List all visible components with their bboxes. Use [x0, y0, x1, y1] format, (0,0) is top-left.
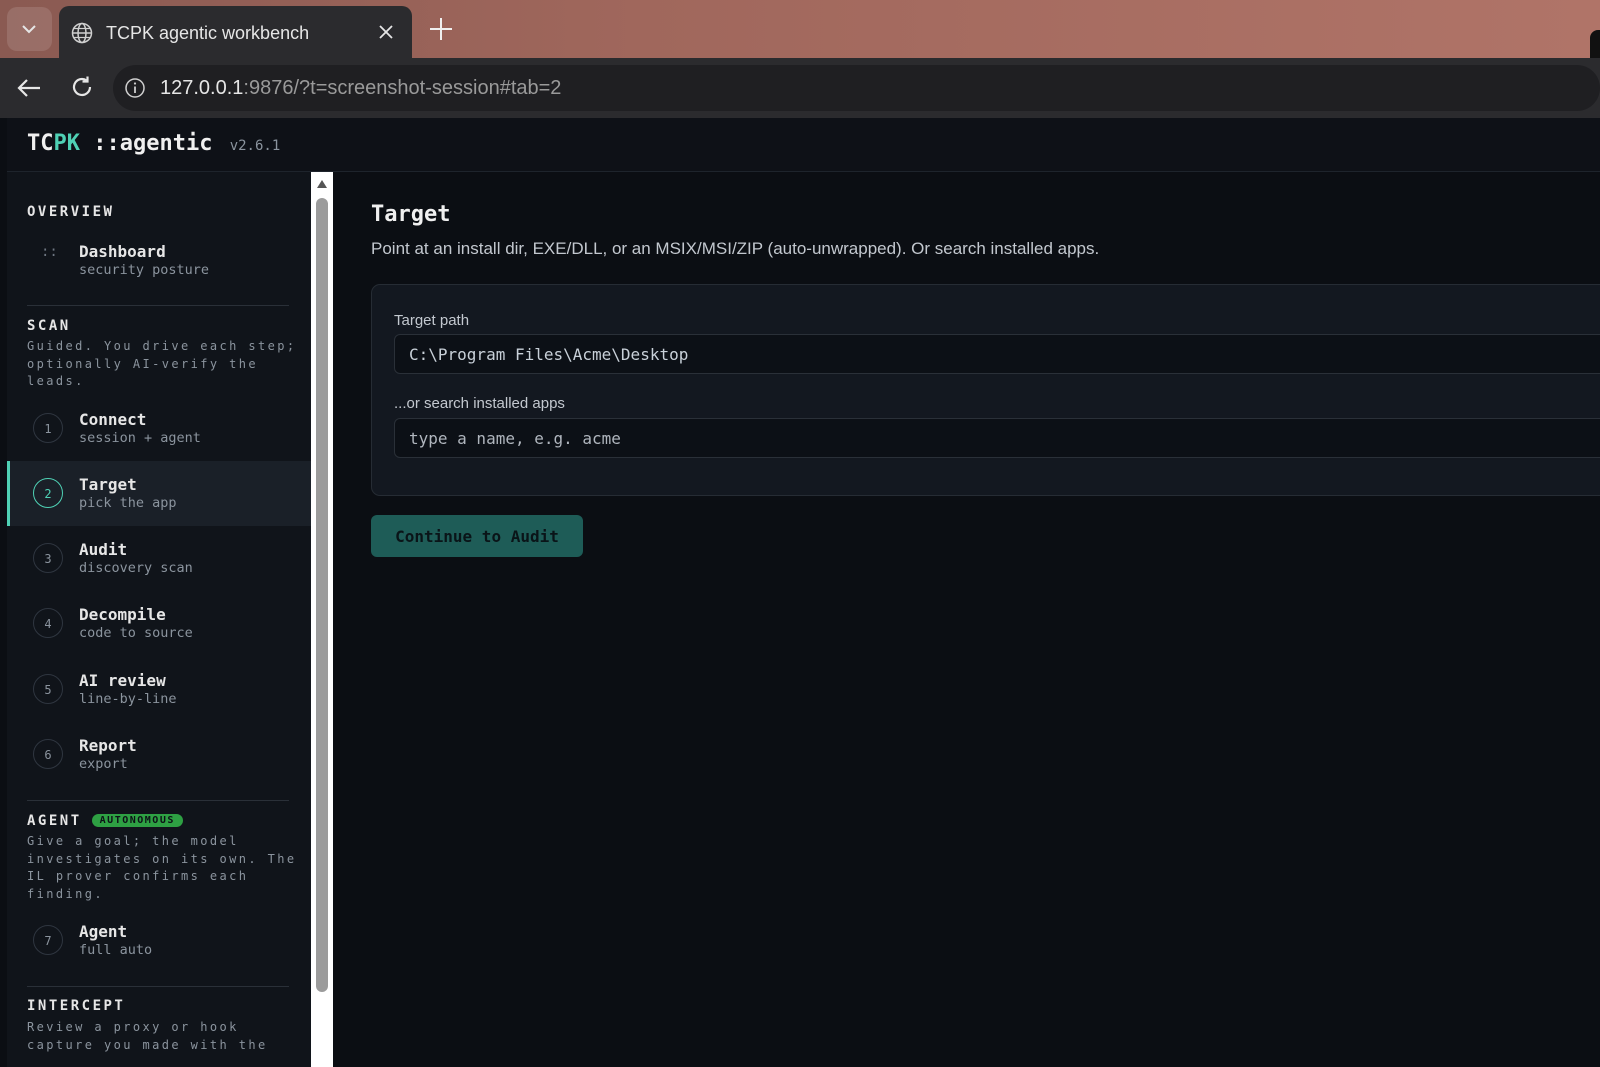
main-content: Target Point at an install dir, EXE/DLL,… — [333, 172, 1600, 1067]
nav-sub: security posture — [79, 262, 210, 278]
target-card: Target path ...or search installed apps — [371, 284, 1600, 496]
sidebar: OVERVIEW :: Dashboard security posture S… — [7, 172, 311, 1067]
search-apps-label: ...or search installed apps — [394, 395, 565, 412]
nav-sub: line-by-line — [79, 691, 177, 707]
target-path-input[interactable] — [394, 334, 1600, 374]
address-bar[interactable]: 127.0.0.1:9876/?t=screenshot-session#tab… — [113, 65, 1600, 111]
app-brand: TCPK ::agentic v2.6.1 — [27, 131, 280, 156]
tab-title: TCPK agentic workbench — [106, 23, 310, 43]
nav-label: Report — [79, 736, 137, 755]
step-number: 7 — [33, 925, 63, 955]
nav-sub: discovery scan — [79, 560, 193, 576]
nav-label: Dashboard — [79, 242, 166, 261]
scroll-up-arrow-icon[interactable] — [317, 180, 327, 188]
url-text: 127.0.0.1:9876/?t=screenshot-session#tab… — [160, 77, 561, 100]
brand-pk: PK — [53, 131, 81, 156]
sidebar-item-connect[interactable]: 1 Connect session + agent — [7, 396, 311, 461]
autonomous-badge: AUTONOMOUS — [91, 814, 183, 827]
section-title-agent: AGENT AUTONOMOUS — [27, 813, 183, 829]
divider — [27, 305, 289, 306]
brand-tc: TC — [27, 131, 54, 156]
back-arrow-icon[interactable] — [16, 77, 42, 99]
nav-label: AI review — [79, 671, 166, 690]
continue-to-audit-button[interactable]: Continue to Audit — [371, 515, 583, 557]
browser-chrome: TCPK agentic workbench 127.0.0.1:9876/?t… — [0, 0, 1600, 118]
browser-tab[interactable]: TCPK agentic workbench — [59, 6, 412, 58]
divider — [27, 800, 289, 801]
app-version: v2.6.1 — [229, 138, 281, 154]
nav-label: Connect — [79, 410, 147, 429]
url-path: :9876/?t=screenshot-session#tab=2 — [243, 77, 562, 99]
tab-search-button[interactable] — [7, 7, 52, 51]
step-number: 6 — [33, 739, 63, 769]
step-number: 2 — [33, 478, 63, 508]
sidebar-item-agent[interactable]: 7 Agent full auto — [7, 908, 311, 973]
section-desc-scan: Guided. You drive each step; optionally … — [27, 339, 297, 388]
sidebar-item-dashboard[interactable]: :: Dashboard security posture — [7, 228, 311, 293]
sidebar-item-audit[interactable]: 3 Audit discovery scan — [7, 526, 311, 591]
section-title-overview: OVERVIEW — [27, 204, 115, 220]
nav-sub: export — [79, 756, 128, 772]
search-apps-input[interactable] — [394, 418, 1600, 458]
step-number: 1 — [33, 413, 63, 443]
site-info-icon[interactable] — [124, 77, 146, 99]
reload-icon[interactable] — [70, 75, 94, 99]
app-window: TCPK ::agentic v2.6.1 OVERVIEW :: Dashbo… — [7, 118, 1600, 1067]
nav-label: Audit — [79, 540, 128, 559]
nav-sub: session + agent — [79, 430, 201, 446]
nav-sub: code to source — [79, 625, 193, 641]
brand-agentic: ::agentic — [80, 131, 213, 156]
nav-label: Decompile — [79, 605, 166, 624]
step-number: 4 — [33, 608, 63, 638]
sidebar-scrollbar[interactable] — [311, 172, 333, 1067]
chevron-down-icon — [22, 25, 36, 34]
target-path-label: Target path — [394, 312, 470, 329]
sidebar-item-ai-review[interactable]: 5 AI review line-by-line — [7, 657, 311, 722]
section-title-intercept: INTERCEPT — [27, 998, 126, 1014]
browser-toolbar: 127.0.0.1:9876/?t=screenshot-session#tab… — [0, 58, 1600, 118]
nav-sub: pick the app — [79, 495, 177, 511]
nav-label: Agent — [79, 922, 128, 941]
agent-title-text: AGENT — [27, 813, 82, 829]
page-title: Target — [371, 202, 451, 227]
divider — [27, 986, 289, 987]
new-tab-icon[interactable] — [428, 16, 454, 42]
page-description: Point at an install dir, EXE/DLL, or an … — [371, 239, 1100, 258]
section-desc-intercept: Review a proxy or hook capture you made … — [27, 1020, 268, 1052]
section-desc-agent: Give a goal; the model investigates on i… — [27, 834, 297, 901]
close-icon[interactable] — [377, 23, 395, 41]
app-header: TCPK ::agentic v2.6.1 — [7, 118, 1600, 172]
dashboard-icon: :: — [41, 244, 58, 260]
url-host: 127.0.0.1 — [160, 77, 244, 99]
step-number: 3 — [33, 543, 63, 573]
step-number: 5 — [33, 674, 63, 704]
section-title-scan: SCAN — [27, 318, 71, 334]
sidebar-item-report[interactable]: 6 Report export — [7, 722, 311, 787]
globe-icon — [71, 22, 93, 44]
nav-label: Target — [79, 475, 137, 494]
sidebar-item-target[interactable]: 2 Target pick the app — [7, 461, 311, 526]
sidebar-item-decompile[interactable]: 4 Decompile code to source — [7, 591, 311, 656]
nav-sub: full auto — [79, 942, 153, 958]
scrollbar-thumb[interactable] — [316, 198, 328, 992]
